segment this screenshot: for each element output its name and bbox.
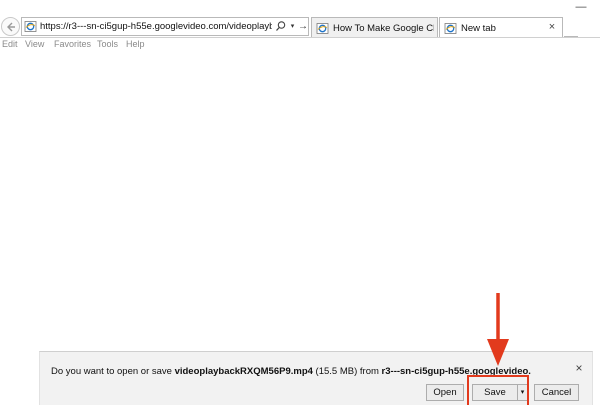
back-button[interactable] [1, 17, 20, 36]
menu-tools[interactable]: Tools [97, 39, 118, 50]
open-button[interactable]: Open [426, 384, 464, 401]
tab-how-to-make-google-chrome[interactable]: How To Make Google Chrome [311, 17, 438, 38]
address-dropdown-icon[interactable]: ▾ [288, 20, 297, 33]
ie-page-icon [444, 23, 457, 34]
close-tab-icon[interactable]: × [546, 21, 558, 34]
close-notification-icon[interactable]: × [573, 362, 585, 375]
cancel-button[interactable]: Cancel [534, 384, 579, 401]
new-tab-button[interactable] [564, 17, 578, 37]
download-prompt-text: Do you want to open or save videoplaybac… [51, 366, 531, 378]
ie-page-icon [24, 21, 37, 32]
address-bar[interactable]: https://r3---sn-ci5gup-h55e.googlevideo.… [21, 17, 309, 36]
menu-bar: Edit View Favorites Tools Help [0, 38, 600, 52]
save-highlight-box [467, 375, 529, 405]
ie-page-icon [316, 23, 329, 34]
minimize-button[interactable]: — [572, 0, 590, 14]
tab-label: How To Make Google Chrome [333, 23, 434, 34]
back-arrow-icon [7, 22, 15, 32]
red-arrow-icon [487, 293, 509, 366]
menu-favorites[interactable]: Favorites [54, 39, 91, 50]
go-arrow-icon[interactable]: → [298, 20, 308, 33]
menu-help[interactable]: Help [126, 39, 145, 50]
menu-edit[interactable]: Edit [2, 39, 18, 50]
menu-view[interactable]: View [25, 39, 44, 50]
file-name: videoplaybackRXQM56P9.mp4 [174, 366, 313, 377]
tab-new-tab[interactable]: New tab × [439, 17, 563, 38]
prompt-prefix: Do you want to open or save [51, 366, 175, 377]
browser-tab-row: — https://r3---sn-ci5gup-h55e.googlevide… [0, 0, 600, 38]
tab-label: New tab [461, 23, 496, 34]
file-size: (15.5 MB) from [312, 366, 382, 377]
url-text[interactable]: https://r3---sn-ci5gup-h55e.googlevideo.… [40, 21, 272, 33]
search-icon[interactable] [275, 20, 287, 33]
